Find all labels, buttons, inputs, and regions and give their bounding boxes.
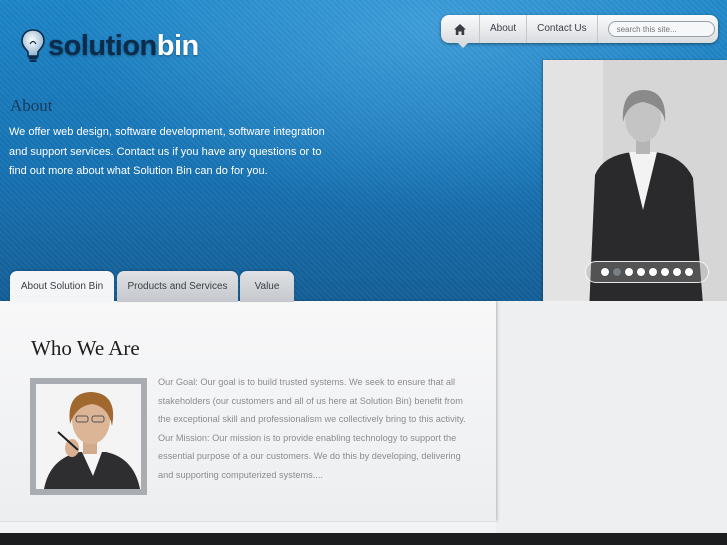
slide-dot[interactable] <box>661 268 669 276</box>
slide-dot[interactable] <box>637 268 645 276</box>
slide-dot[interactable] <box>649 268 657 276</box>
logo-text: solutionbin <box>48 30 199 63</box>
tab-value[interactable]: Value <box>240 271 294 302</box>
footer-bar <box>0 533 727 545</box>
slide-dot[interactable] <box>685 268 693 276</box>
nav-item-contact[interactable]: Contact Us <box>527 15 598 43</box>
tab-about-solution-bin[interactable]: About Solution Bin <box>10 271 114 302</box>
search-input[interactable] <box>607 21 715 37</box>
intro-title: About <box>10 96 53 115</box>
intro-body: We offer web design, software developmen… <box>9 126 325 177</box>
slide-dot-active[interactable] <box>613 268 621 276</box>
portrait-frame <box>30 378 147 495</box>
logo-text-part1: solution <box>48 29 157 62</box>
slide-dot[interactable] <box>601 268 609 276</box>
section-title: Who We Are <box>31 336 140 360</box>
tab-products-and-services[interactable]: Products and Services <box>117 271 238 302</box>
home-icon <box>454 23 466 35</box>
slide-dot[interactable] <box>673 268 681 276</box>
home-button[interactable] <box>441 15 480 43</box>
lightbulb-icon <box>21 29 45 62</box>
home-active-notch <box>458 43 468 48</box>
logo-text-part2: bin <box>156 29 200 62</box>
nav-item-about[interactable]: About <box>480 15 528 43</box>
logo[interactable]: solutionbin <box>20 28 199 64</box>
side-panel <box>496 301 727 533</box>
section-body: Our Goal: Our goal is to build trusted s… <box>158 377 466 480</box>
top-nav: About Contact Us <box>441 15 718 48</box>
slideshow-pagination <box>585 261 709 283</box>
woman-with-pen-photo <box>36 384 141 489</box>
slide-dot[interactable] <box>625 268 633 276</box>
